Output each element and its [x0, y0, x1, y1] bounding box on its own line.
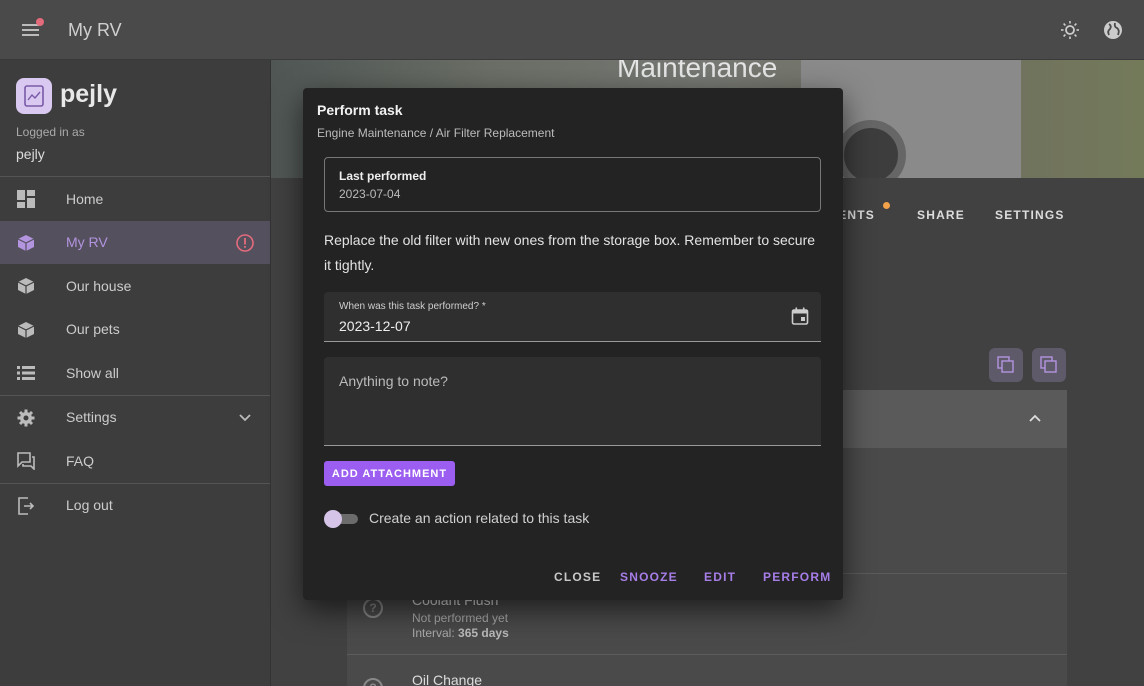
cube-icon [17, 321, 35, 339]
chevron-down-icon [236, 409, 254, 427]
cube-icon [17, 234, 35, 252]
question-icon: ? [363, 678, 383, 686]
chevron-up-icon [1027, 410, 1043, 426]
app-title: My RV [68, 20, 122, 40]
sidebar-item-our-house[interactable]: Our house [0, 264, 270, 308]
create-action-toggle[interactable] [324, 510, 358, 528]
logout-icon [17, 496, 35, 515]
dialog-subtitle: Engine Maintenance / Air Filter Replacem… [317, 126, 555, 140]
task-status: Not performed yet [412, 611, 509, 625]
perform-button[interactable]: PERFORM [763, 570, 831, 584]
calendar-icon[interactable] [791, 307, 809, 325]
alert-icon [236, 233, 254, 252]
create-action-label: Create an action related to this task [369, 510, 590, 526]
sidebar-item-log-out[interactable]: Log out [0, 484, 270, 528]
sidebar-item-home[interactable]: Home [0, 177, 270, 221]
cube-icon [17, 277, 35, 295]
last-performed-value: 2023-07-04 [339, 187, 401, 201]
task-title[interactable]: Oil Change [412, 672, 482, 686]
gear-icon [17, 409, 35, 427]
snooze-button[interactable]: SNOOZE [620, 570, 678, 584]
logged-in-label: Logged in as [16, 125, 85, 139]
add-attachment-button[interactable]: ADD ATTACHMENT [324, 461, 455, 486]
menu-icon[interactable] [18, 18, 44, 42]
performed-date-field[interactable]: When was this task performed? * [324, 292, 821, 342]
performed-date-label: When was this task performed? * [339, 301, 486, 312]
brand-logo-icon [16, 78, 52, 114]
dialog-title: Perform task [317, 102, 403, 118]
username: pejly [16, 146, 45, 162]
notification-dot [36, 18, 44, 26]
globe-icon[interactable] [1103, 20, 1123, 40]
hero-title: Maintenance [617, 60, 778, 83]
sidebar-item-label: FAQ [66, 452, 95, 469]
performed-date-input[interactable] [339, 318, 759, 334]
task-interval: Interval: 365 days [412, 626, 509, 640]
brand-name: pejly [60, 80, 117, 108]
faq-icon [17, 452, 35, 471]
task-description: Replace the old filter with new ones fro… [324, 232, 816, 273]
brightness-icon[interactable] [1060, 20, 1080, 40]
sidebar-item-label: Log out [66, 497, 113, 514]
perform-task-dialog: Perform task Engine Maintenance / Air Fi… [303, 88, 843, 600]
tab-share[interactable]: SHARE [917, 208, 965, 222]
app-bar: My RV [0, 0, 1144, 60]
sidebar-item-my-rv[interactable]: My RV [0, 220, 270, 264]
sidebar-item-label: My RV [66, 234, 108, 251]
last-performed-label: Last performed [339, 169, 427, 183]
add-copy-button[interactable] [989, 348, 1023, 382]
close-button[interactable]: CLOSE [554, 570, 601, 584]
tab-badge-dot [883, 202, 890, 209]
last-performed-card: Last performed 2023-07-04 [324, 157, 821, 212]
sidebar-item-label: Show all [66, 364, 119, 381]
sidebar: pejly Logged in as pejly Home My RV Our … [0, 60, 271, 686]
list-icon [17, 364, 35, 382]
question-icon: ? [363, 598, 383, 618]
sidebar-item-faq[interactable]: FAQ [0, 439, 270, 483]
sidebar-item-settings[interactable]: Settings [0, 396, 270, 440]
edit-button[interactable]: EDIT [704, 570, 736, 584]
remove-copy-button[interactable] [1032, 348, 1066, 382]
sidebar-item-show-all[interactable]: Show all [0, 351, 270, 395]
sidebar-item-label: Settings [66, 409, 117, 426]
sidebar-item-label: Home [66, 190, 104, 207]
sidebar-item-our-pets[interactable]: Our pets [0, 308, 270, 352]
note-field[interactable] [324, 357, 821, 446]
sidebar-item-label: Our pets [66, 321, 120, 338]
dashboard-icon [17, 190, 35, 208]
sidebar-item-label: Our house [66, 277, 132, 294]
tab-settings[interactable]: SETTINGS [995, 208, 1065, 222]
note-textarea[interactable] [324, 357, 821, 445]
sidebar-nav: Home My RV Our house Our pets Show all S… [0, 176, 270, 527]
